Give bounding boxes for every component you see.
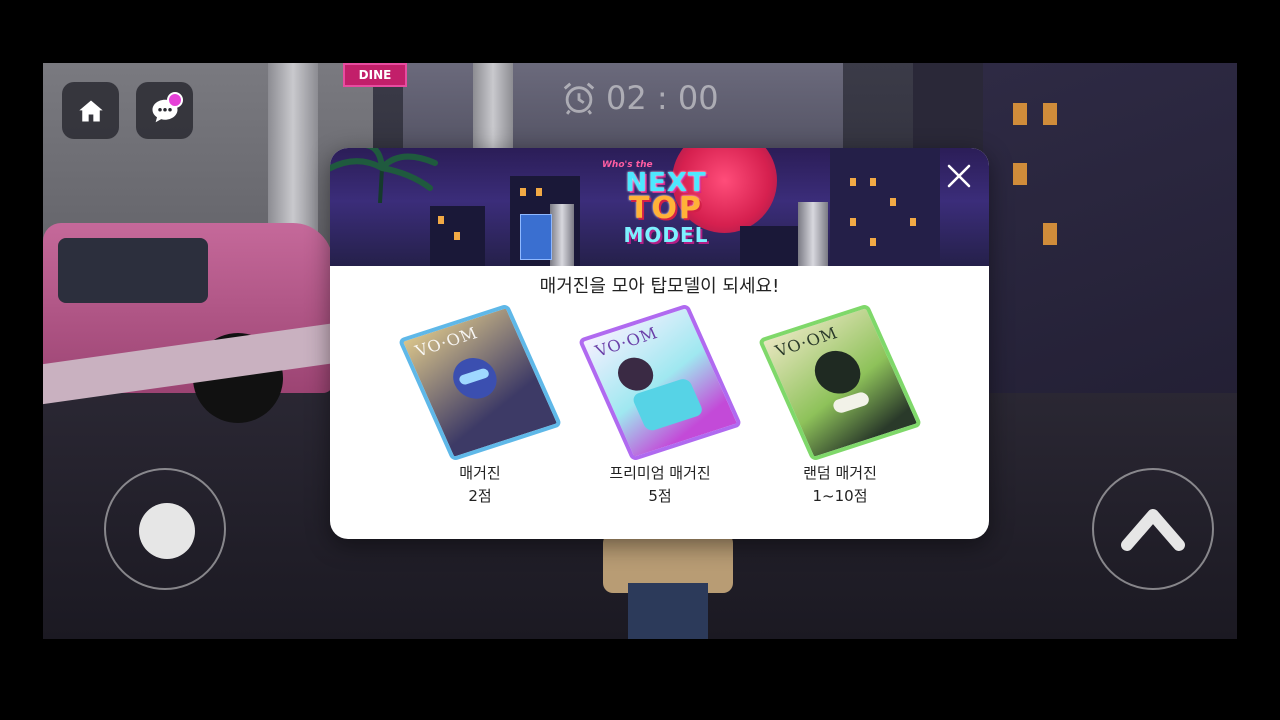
home-button[interactable] xyxy=(62,82,119,139)
magazine-item-premium: VO·OM 프리미엄 매거진 5점 xyxy=(577,302,743,506)
magazine-item-random: VO·OM 랜덤 매거진 1~10점 xyxy=(757,302,923,506)
close-button[interactable] xyxy=(941,158,977,194)
event-banner: Who's the NEXT TOP MODEL xyxy=(330,148,989,266)
magazine-list: VO·OM 매거진 2점 VO·OM 프리미엄 매거진 5점 VO·OM 랜덤 … xyxy=(397,302,923,506)
magazine-points: 5점 xyxy=(648,487,672,505)
magazine-points: 2점 xyxy=(468,487,492,505)
magazine-info-modal: Who's the NEXT TOP MODEL 매거진을 모아 탑모델이 되세… xyxy=(330,148,989,539)
chevron-up-icon xyxy=(1121,509,1185,551)
modal-subtitle: 매거진을 모아 탑모델이 되세요! xyxy=(539,276,780,297)
palm-tree-icon xyxy=(330,148,438,203)
jump-button[interactable] xyxy=(1092,468,1214,590)
magazine-name: 랜덤 매거진 xyxy=(803,464,877,482)
magazine-name: 매거진 xyxy=(459,464,501,482)
movement-joystick[interactable] xyxy=(104,468,226,590)
banner-building xyxy=(430,206,485,266)
player-avatar-legs xyxy=(628,583,708,639)
banner-column xyxy=(550,204,574,266)
notification-dot xyxy=(167,92,183,108)
magazine-item-basic: VO·OM 매거진 2점 xyxy=(397,302,563,506)
chat-button[interactable] xyxy=(136,82,193,139)
magazine-cover-image: VO·OM xyxy=(757,302,923,462)
close-icon xyxy=(947,164,971,188)
magazine-name: 프리미엄 매거진 xyxy=(609,464,711,482)
timer-text: 02 : 00 xyxy=(606,79,719,117)
banner-poster xyxy=(520,214,552,260)
banner-building xyxy=(740,226,800,266)
magazine-cover-image: VO·OM xyxy=(577,302,743,462)
banner-title: Who's the NEXT TOP MODEL xyxy=(602,160,709,247)
magazine-points: 1~10점 xyxy=(812,487,868,505)
joystick-knob[interactable] xyxy=(139,503,195,559)
alarm-clock-icon xyxy=(563,82,595,115)
banner-building xyxy=(830,148,940,266)
countdown-timer: 02 : 00 xyxy=(560,76,719,120)
car-window xyxy=(58,238,208,303)
neon-sign: DINE xyxy=(343,63,407,87)
magazine-cover-image: VO·OM xyxy=(397,302,563,462)
home-icon xyxy=(78,100,103,121)
banner-column xyxy=(798,202,828,266)
